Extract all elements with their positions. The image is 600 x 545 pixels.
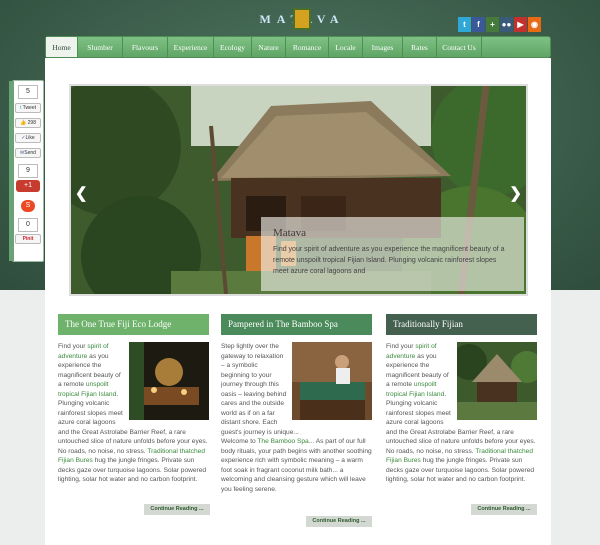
column-title: The One True Fiji Eco Lodge bbox=[58, 314, 209, 335]
tweet-button-label: Tweet bbox=[22, 105, 37, 111]
column-body: Find your spirit of adventure as you exp… bbox=[58, 342, 209, 485]
tweet-button[interactable]: t Tweet bbox=[15, 103, 41, 113]
slider-caption-text: Find your spirit of adventure as you exp… bbox=[273, 246, 505, 275]
column-body: Find your spirit of adventure as you exp… bbox=[386, 342, 537, 485]
nav-item-images[interactable]: Images bbox=[363, 37, 403, 57]
eco-lodge-dinner-image bbox=[129, 342, 209, 420]
nav-item-locale[interactable]: Locale bbox=[329, 37, 363, 57]
feature-column-traditional: Traditionally Fijian Find your spirit of… bbox=[386, 314, 537, 515]
continue-reading-button[interactable]: Continue Reading ... bbox=[306, 516, 372, 527]
column-text-e: As part of our full body rituals, your p… bbox=[221, 438, 372, 493]
send-button-label: Send bbox=[24, 150, 36, 156]
main-navigation: Home Slumber Flavours Experience Ecology Natu… bbox=[45, 36, 551, 58]
pinterest-button-label: Pinit bbox=[22, 236, 34, 242]
logo-mark-icon bbox=[293, 8, 311, 30]
continue-reading-button[interactable]: Continue Reading ... bbox=[471, 504, 537, 515]
rss-icon[interactable]: ◉ bbox=[528, 17, 541, 32]
nav-item-ecology[interactable]: Ecology bbox=[214, 37, 252, 57]
nav-item-nature[interactable]: Nature bbox=[252, 37, 286, 57]
site-logo[interactable]: MATAVA bbox=[259, 4, 342, 34]
column-text-d: No roads, no noise, no stress. bbox=[386, 447, 476, 455]
slider-prev-arrow-icon[interactable]: ❮ bbox=[75, 184, 88, 202]
nav-item-rates[interactable]: Rates bbox=[403, 37, 437, 57]
continue-reading-button[interactable]: Continue Reading ... bbox=[144, 504, 210, 515]
like-button[interactable]: ✓Like bbox=[15, 133, 41, 143]
stumble-count: 0 bbox=[18, 218, 38, 232]
column-text-a: Step lightly over the gateway to relaxat… bbox=[221, 343, 299, 436]
send-button[interactable]: ✉Send bbox=[15, 148, 41, 158]
column-text-d: Welcome to bbox=[221, 438, 258, 445]
share-widget: 5 t Tweet 👍 298 ✓Like ✉Send 9 +1 S 0 Pin… bbox=[9, 80, 44, 262]
hero-slider: ❮ ❯ Matava Find your spirit of adventure… bbox=[69, 84, 528, 296]
stumbleupon-icon[interactable]: S bbox=[21, 200, 35, 212]
spa-massage-image bbox=[292, 342, 372, 420]
column-text-d: No roads, no noise, no stress. bbox=[58, 447, 148, 455]
column-title: Pampered in The Bamboo Spa bbox=[221, 314, 372, 335]
google-plus-one-button[interactable]: +1 bbox=[16, 180, 40, 192]
column-text-a: Find your bbox=[58, 343, 88, 350]
traditional-bure-image bbox=[457, 342, 537, 420]
slider-next-arrow-icon[interactable]: ❯ bbox=[509, 184, 522, 202]
facebook-like-count: 298 bbox=[27, 120, 36, 126]
column-text-a: Find your bbox=[386, 343, 416, 350]
slider-caption-title: Matava bbox=[273, 227, 306, 239]
nav-item-slumber[interactable]: Slumber bbox=[78, 37, 123, 57]
plus-one-label: +1 bbox=[24, 182, 32, 189]
share-top-count: 5 bbox=[18, 85, 38, 99]
social-links: t f + ●● ▶ ◉ bbox=[458, 17, 541, 32]
nav-item-experience[interactable]: Experience bbox=[168, 37, 214, 57]
slider-caption: Matava Find your spirit of adventure as … bbox=[261, 217, 524, 291]
youtube-icon[interactable]: ▶ bbox=[514, 17, 527, 32]
nav-item-flavours[interactable]: Flavours bbox=[123, 37, 168, 57]
nav-item-contact-us[interactable]: Contact Us bbox=[437, 37, 482, 57]
link-bamboo-spa[interactable]: The Bamboo Spa... bbox=[257, 438, 314, 445]
google-plus-icon[interactable]: + bbox=[486, 17, 499, 32]
like-button-label: Like bbox=[25, 135, 35, 141]
plus-one-count: 9 bbox=[18, 164, 38, 178]
main-content: ❮ ❯ Matava Find your spirit of adventure… bbox=[45, 58, 551, 545]
nav-item-romance[interactable]: Romance bbox=[286, 37, 329, 57]
share-side-tab bbox=[9, 81, 14, 261]
column-body: Step lightly over the gateway to relaxat… bbox=[221, 342, 372, 494]
column-title: Traditionally Fijian bbox=[386, 314, 537, 335]
feature-column-spa: Pampered in The Bamboo Spa Step lightly … bbox=[221, 314, 372, 527]
facebook-like-count-button[interactable]: 👍 298 bbox=[15, 118, 41, 128]
facebook-icon[interactable]: f bbox=[472, 17, 485, 32]
twitter-icon[interactable]: t bbox=[458, 17, 471, 32]
nav-item-home[interactable]: Home bbox=[46, 37, 78, 57]
feature-column-eco-lodge: The One True Fiji Eco Lodge Find your sp… bbox=[58, 314, 210, 515]
flickr-icon[interactable]: ●● bbox=[500, 17, 513, 32]
pinterest-button[interactable]: Pinit bbox=[15, 234, 41, 244]
